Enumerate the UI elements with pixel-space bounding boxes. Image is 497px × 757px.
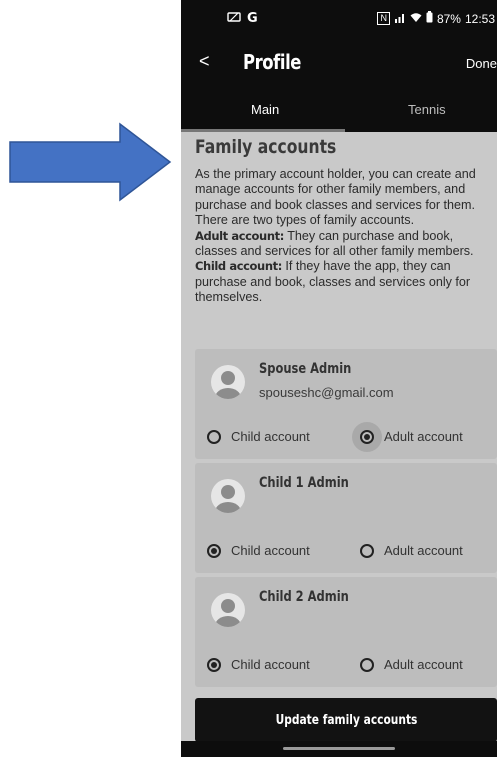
phone-screen: G N 87% 12:53 < Profile Done Main Tennis… — [181, 0, 497, 757]
child-account-radio[interactable]: Child account — [207, 657, 310, 672]
family-member-card: Child 2 Admin Child account Adult accoun… — [195, 577, 497, 687]
avatar-icon — [211, 365, 245, 399]
member-name: Spouse Admin — [259, 361, 352, 377]
family-accounts-section: Family accounts As the primary account h… — [181, 132, 497, 757]
child-account-label: Child account: — [195, 259, 282, 274]
app-header: < Profile Done — [181, 38, 497, 88]
battery-icon — [426, 11, 433, 26]
tab-bar: Main Tennis — [181, 88, 497, 132]
account-type-options: Child account Adult account — [195, 543, 497, 569]
family-description: As the primary account holder, you can c… — [195, 167, 495, 306]
account-type-options: Child account Adult account — [195, 429, 497, 455]
page-title: Profile — [243, 50, 302, 74]
member-email: spouseshc@gmail.com — [259, 385, 394, 400]
radio-unselected-icon — [360, 657, 374, 672]
battery-percent: 87% — [436, 11, 461, 26]
radio-selected-icon — [207, 657, 221, 672]
home-gesture-handle[interactable] — [283, 747, 395, 750]
adult-account-label: Adult account: — [195, 228, 284, 243]
radio-unselected-icon — [360, 543, 374, 558]
member-name: Child 2 Admin — [259, 589, 349, 605]
radio-selected-icon — [360, 429, 374, 444]
radio-unselected-icon — [207, 429, 221, 444]
section-title: Family accounts — [195, 136, 337, 158]
radio-label: Adult account — [384, 543, 463, 558]
radio-label: Adult account — [384, 657, 463, 672]
account-type-options: Child account Adult account — [195, 657, 497, 683]
adult-account-radio[interactable]: Adult account — [360, 657, 463, 672]
radio-selected-icon — [207, 543, 221, 558]
system-nav-bar — [181, 741, 497, 757]
member-name: Child 1 Admin — [259, 475, 349, 491]
status-time: 12:53 — [464, 11, 495, 26]
status-bar: G N 87% 12:53 — [181, 0, 497, 38]
tab-main[interactable]: Main — [251, 102, 279, 117]
google-icon: G — [247, 11, 258, 26]
adult-account-radio[interactable]: Adult account — [360, 543, 463, 558]
pointer-arrow-icon — [9, 122, 172, 202]
wifi-icon — [410, 12, 422, 26]
back-button[interactable]: < — [199, 51, 210, 72]
done-button[interactable]: Done — [466, 56, 497, 71]
radio-label: Child account — [231, 543, 310, 558]
child-account-radio[interactable]: Child account — [207, 429, 310, 444]
radio-label: Child account — [231, 657, 310, 672]
update-family-accounts-button[interactable]: Update family accounts — [195, 698, 497, 742]
nfc-icon: N — [377, 12, 390, 25]
update-button-label: Update family accounts — [275, 712, 417, 728]
tab-tennis[interactable]: Tennis — [408, 102, 446, 117]
adult-account-radio[interactable]: Adult account — [360, 429, 463, 444]
avatar-icon — [211, 593, 245, 627]
notification-icon — [227, 11, 241, 26]
avatar-icon — [211, 479, 245, 513]
radio-label: Child account — [231, 429, 310, 444]
family-member-card: Spouse Admin spouseshc@gmail.com Child a… — [195, 349, 497, 459]
radio-label: Adult account — [384, 429, 463, 444]
child-account-radio[interactable]: Child account — [207, 543, 310, 558]
signal-icon — [394, 12, 406, 26]
intro-text: As the primary account holder, you can c… — [195, 167, 476, 228]
family-member-card: Child 1 Admin Child account Adult accoun… — [195, 463, 497, 573]
